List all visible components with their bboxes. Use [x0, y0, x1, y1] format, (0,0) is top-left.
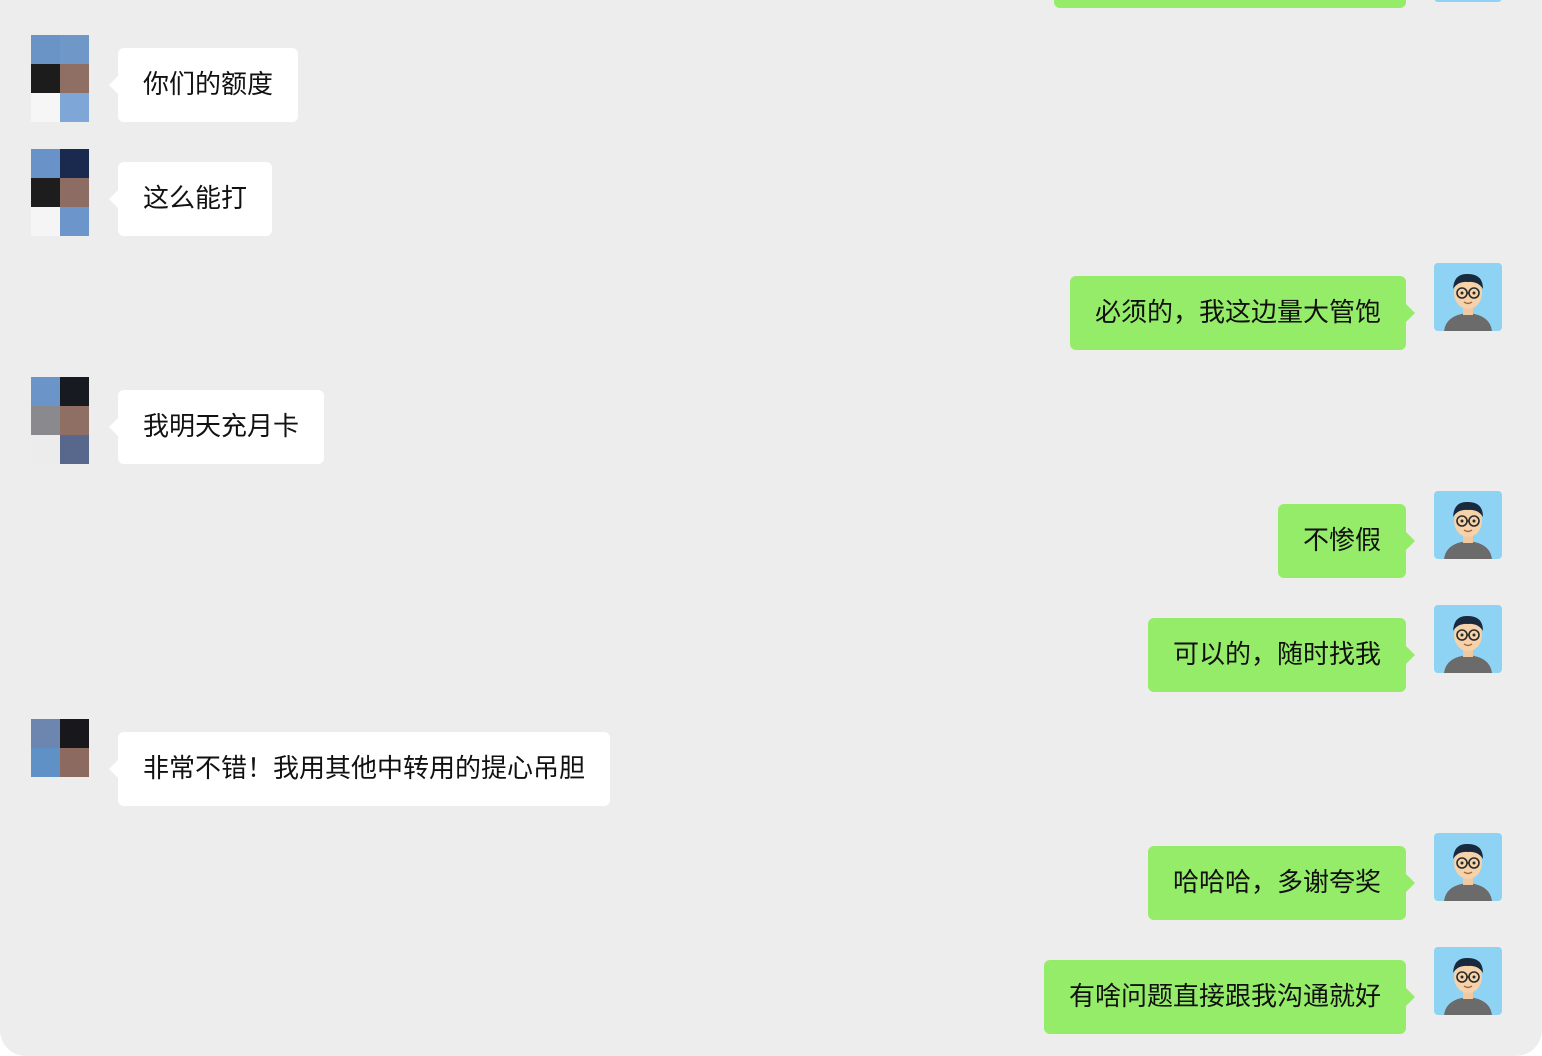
cartoon-avatar-icon[interactable] [1434, 833, 1502, 901]
mosaic-avatar-icon[interactable] [31, 719, 89, 777]
message-row-received: 你们的额度 [0, 35, 1542, 125]
cropped-avatar-icon[interactable] [1434, 0, 1502, 2]
message-bubble[interactable]: 我明天充月卡 [108, 390, 325, 464]
message-row-sent: 哈哈哈，多谢夸奖 [0, 833, 1542, 923]
message-row-received: 非常不错！我用其他中转用的提心吊胆 [0, 719, 1542, 809]
message-bubble[interactable]: 有啥问题直接跟我沟通就好 [1043, 960, 1416, 1034]
message-bubble[interactable]: 非常不错！我用其他中转用的提心吊胆 [108, 732, 611, 806]
mosaic-avatar-icon[interactable] [31, 35, 89, 122]
message-bubble[interactable]: 哈哈哈，多谢夸奖 [1147, 846, 1416, 920]
mosaic-avatar-icon[interactable] [31, 149, 89, 236]
message-bubble[interactable]: 不惨假 [1277, 504, 1416, 578]
message-row-sent: 必须的，我这边量大管饱 [0, 263, 1542, 353]
message-row-sent: 可以的，随时找我 [0, 605, 1542, 695]
cartoon-avatar-icon[interactable] [1434, 947, 1502, 1015]
chat-window: 你们的额度 这么能打 必须的，我这边量大管饱 我明天充月卡 不惨假 可以的，随时… [0, 0, 1542, 1056]
message-bubble[interactable]: 你们的额度 [108, 48, 299, 122]
cartoon-avatar-icon[interactable] [1434, 263, 1502, 331]
cartoon-avatar-icon[interactable] [1434, 491, 1502, 559]
message-row-received: 这么能打 [0, 149, 1542, 239]
message-bubble[interactable]: 这么能打 [108, 162, 273, 236]
message-row-received: 我明天充月卡 [0, 377, 1542, 467]
message-bubble[interactable]: 可以的，随时找我 [1147, 618, 1416, 692]
message-row-sent: 不惨假 [0, 491, 1542, 581]
message-row-sent: 有啥问题直接跟我沟通就好 [0, 947, 1542, 1037]
message-bubble[interactable]: 必须的，我这边量大管饱 [1069, 276, 1416, 350]
cropped-message-bubble[interactable] [1054, 0, 1406, 8]
mosaic-avatar-icon[interactable] [31, 377, 89, 464]
cartoon-avatar-icon[interactable] [1434, 605, 1502, 673]
